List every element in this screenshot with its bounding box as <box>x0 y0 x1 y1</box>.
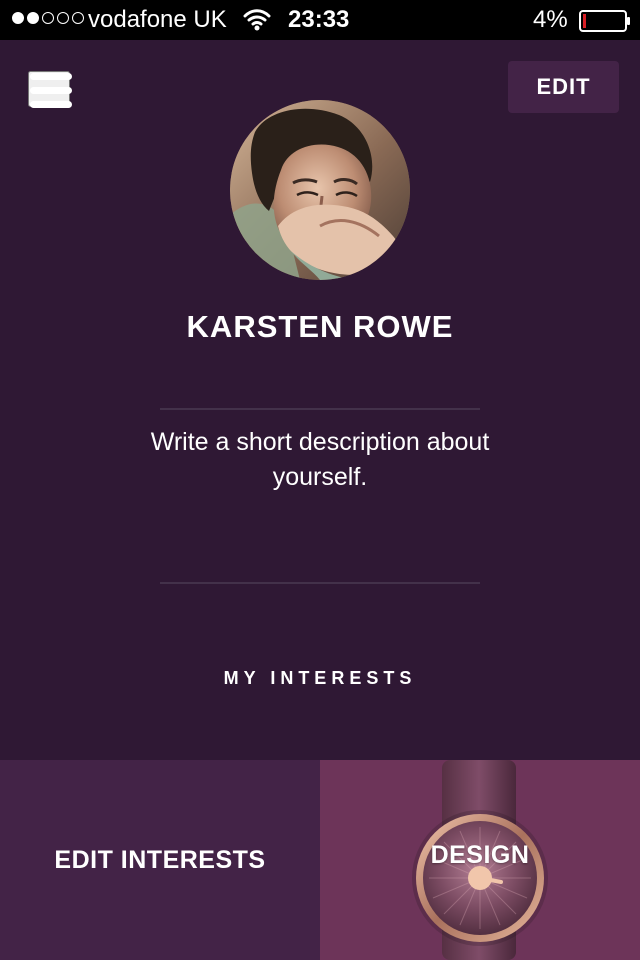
profile-description-field[interactable]: Write a short description about yourself… <box>100 425 540 495</box>
status-bar: vodafone UK 23:33 4% <box>0 0 640 40</box>
hamburger-menu-icon <box>30 87 72 94</box>
signal-strength-indicator <box>12 12 84 24</box>
signal-dot-filled <box>27 12 39 24</box>
wifi-icon <box>243 9 271 31</box>
signal-dot-filled <box>12 12 24 24</box>
signal-dot-empty <box>72 12 84 24</box>
signal-dot-empty <box>42 12 54 24</box>
edit-interests-label: EDIT INTERESTS <box>54 845 266 874</box>
carrier-name: vodafone UK <box>88 6 227 33</box>
edit-interests-tile[interactable]: EDIT INTERESTS <box>0 760 320 960</box>
description-divider <box>160 582 480 584</box>
interest-tile-design[interactable]: DESIGN <box>320 760 640 960</box>
avatar <box>230 100 410 280</box>
status-time: 23:33 <box>288 6 350 33</box>
design-interest-label: DESIGN <box>430 841 530 869</box>
hamburger-menu-button[interactable] <box>28 71 72 108</box>
battery-percent: 4% <box>533 6 568 33</box>
interests-heading: MY INTERESTS <box>223 668 417 688</box>
battery-icon <box>579 10 630 32</box>
signal-dot-empty <box>57 12 69 24</box>
profile-photo <box>230 100 410 280</box>
hamburger-menu-icon <box>30 101 72 108</box>
profile-divider <box>160 408 480 410</box>
hamburger-menu-icon <box>30 73 72 80</box>
profile-name: KARSTEN ROWE <box>186 309 454 344</box>
profile-screen: EDIT KARSTEN ROWE Write a short descript… <box>0 40 640 960</box>
edit-profile-button[interactable]: EDIT <box>508 61 619 113</box>
